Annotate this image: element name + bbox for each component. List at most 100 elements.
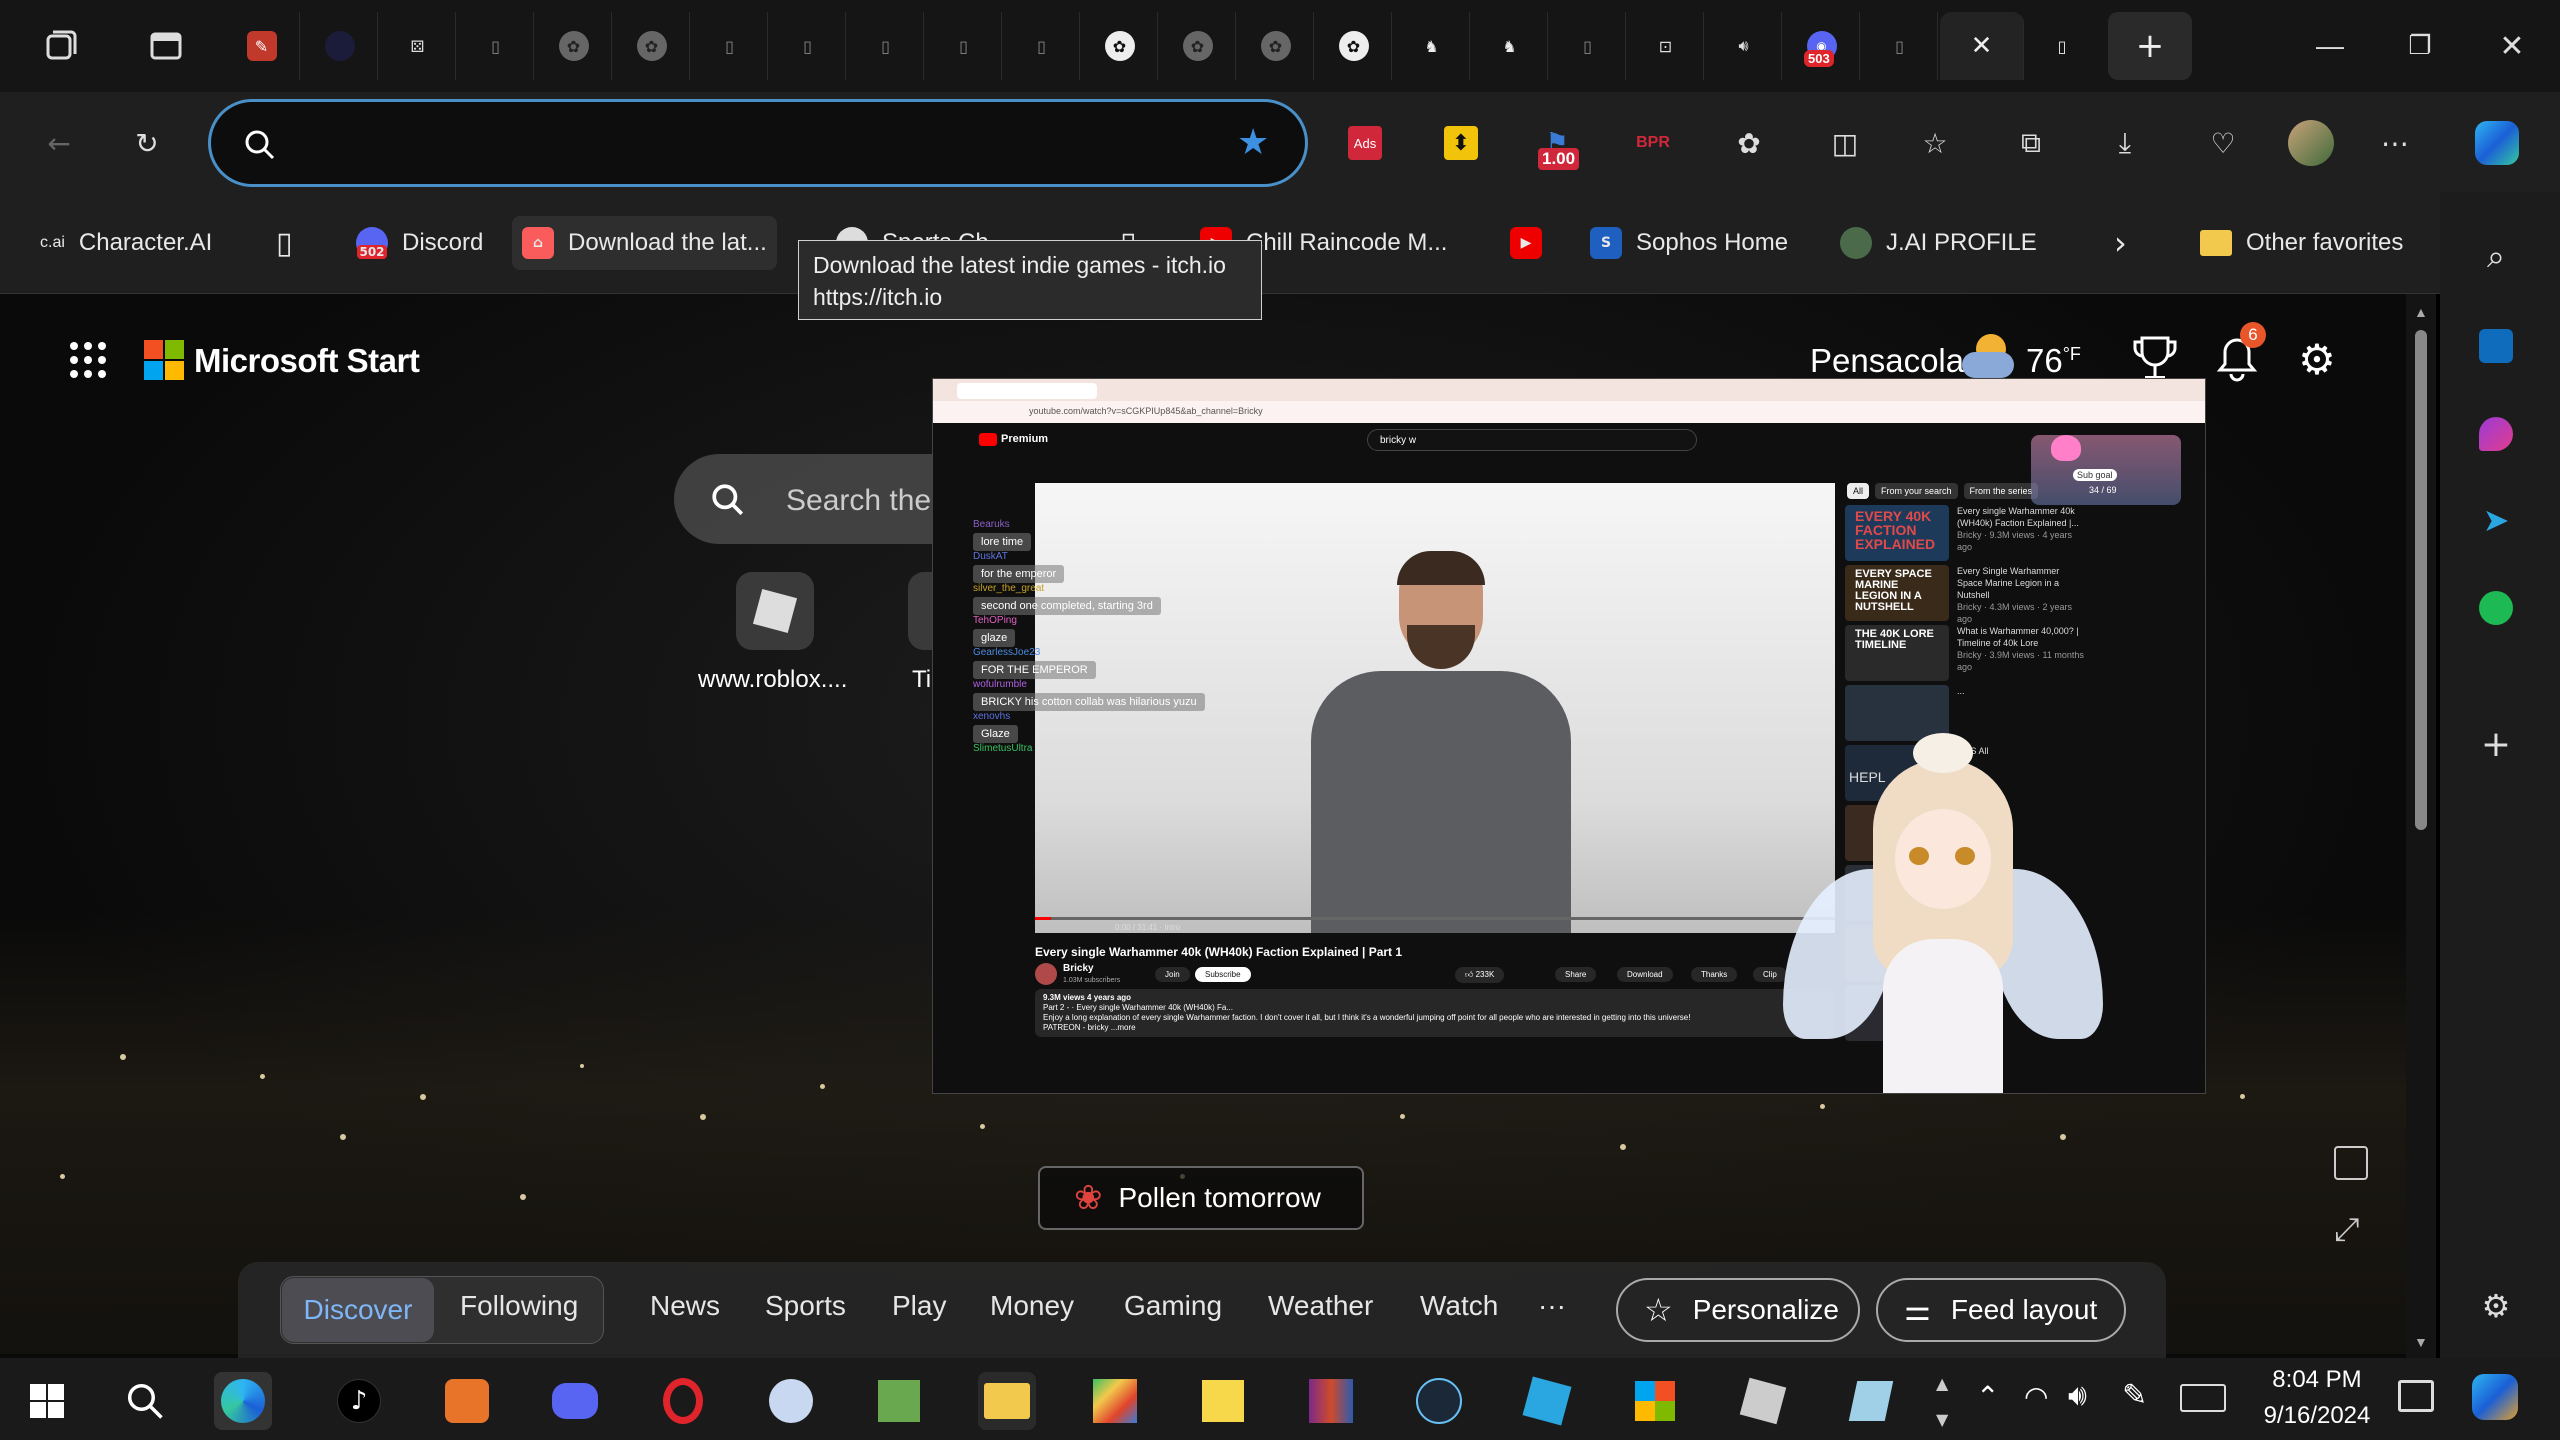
nav-weather[interactable]: Weather [1268,1290,1373,1322]
taskbar-file-explorer[interactable] [978,1372,1036,1430]
taskbar-opera[interactable] [654,1372,712,1430]
tab-following[interactable]: Following [460,1290,578,1322]
clock-time[interactable]: 8:04 PM [2262,1366,2372,1394]
wifi-icon[interactable]: ◠ [2024,1380,2048,1413]
tab-dice[interactable]: ⚄ [380,12,456,80]
tab-controller[interactable]: ⊡ [1628,12,1704,80]
pen-icon[interactable]: ✎ [2122,1378,2147,1413]
close-window-button[interactable]: ✕ [2482,22,2542,70]
new-tab-button[interactable]: + [2108,12,2192,80]
taskbar-steam[interactable] [1410,1372,1468,1430]
other-favorites[interactable]: Other favorites [2190,216,2413,270]
taskbar-sticky-notes[interactable] [1194,1372,1252,1430]
tab-page[interactable]: ▯ [458,12,534,80]
tab-page[interactable]: ▯ [1862,12,1938,80]
tab-page[interactable]: ▯ [926,12,1002,80]
chip[interactable]: From the series [1963,483,2039,499]
scrollbar-thumb[interactable] [2415,330,2427,830]
tab-speaker[interactable]: 🔊︎ [1706,12,1782,80]
minimize-button[interactable]: — [2300,22,2360,70]
taskbar-store[interactable] [1626,1372,1684,1430]
profile-avatar[interactable] [2286,118,2336,168]
taskbar-discord[interactable] [546,1372,604,1430]
tab-page[interactable]: ▯ [1550,12,1626,80]
related-video[interactable]: EVERY SPACE MARINE LEGION IN A NUTSHELL E… [1845,565,2085,624]
tab-openai[interactable]: ✿ [1238,12,1314,80]
ext-flag-button[interactable]: ⚑ 1.00 [1532,118,1582,170]
copilot-button[interactable] [2472,118,2522,168]
pollen-button[interactable]: ❀ Pollen tomorrow [1038,1166,1364,1230]
clip-button[interactable]: Clip [1753,967,1787,982]
tab-page[interactable]: ▯ [848,12,924,80]
join-button[interactable]: Join [1155,967,1190,982]
chip[interactable]: All [1847,483,1870,499]
favorites-button[interactable]: ☆ [1910,118,1960,168]
close-tab-icon[interactable]: ✕ [1967,31,1997,61]
favorite-page[interactable]: ▯ [266,216,303,270]
taskbar-winrar[interactable] [1302,1372,1360,1430]
expand-icon[interactable]: ⤢ [2334,1210,2360,1249]
notifications-center-icon[interactable] [2398,1380,2434,1412]
sidebar-telegram-button[interactable]: ➤ [2466,490,2526,550]
download-button[interactable]: Download [1617,967,1673,982]
quick-link-tile[interactable]: www.roblox.... [690,572,860,712]
weather-temp[interactable]: 76°F [2026,342,2081,380]
ext-bpr-button[interactable]: BPR [1628,118,1678,168]
pip-video-window[interactable]: youtube.com/watch?v=sCGKPIUp845&ab_chann… [932,378,2206,1094]
tab-openai[interactable]: ✿ [614,12,690,80]
feed-layout-button[interactable]: ⚌ Feed layout [1876,1278,2126,1342]
tab-edit[interactable]: ✎ [224,12,300,80]
favorite-jai-profile[interactable]: J.AI PROFILE [1830,216,2047,270]
address-bar[interactable]: ★ [208,99,1308,187]
favorite-youtube[interactable]: ▶ [1500,216,1552,270]
clock-date[interactable]: 9/16/2024 [2252,1402,2382,1430]
tab-discord[interactable]: ◉ 503 [1784,12,1860,80]
tab-openai[interactable]: ✿ [536,12,612,80]
tab-openai[interactable]: ✿ [1160,12,1236,80]
ext-yellow-button[interactable]: ⬍ [1436,118,1486,168]
tab-page[interactable]: ▯ [1004,12,1080,80]
favorite-discord[interactable]: 502 Discord [346,216,493,270]
related-video[interactable]: EVERY 40K FACTION EXPLAINED Every single … [1845,505,2085,561]
taskbar-app-orange[interactable] [438,1372,496,1430]
nav-sports[interactable]: Sports [765,1290,846,1322]
taskbar-app[interactable] [1842,1372,1900,1430]
taskbar-scroll-arrows[interactable]: ▲ ▼ [1936,1366,1948,1438]
tab-actions-button[interactable] [146,26,186,66]
channel-name[interactable]: Bricky [1063,963,1094,974]
video-description[interactable]: 9.3M views 4 years ago Part 2 - · Every … [1035,989,1835,1037]
nav-money[interactable]: Money [990,1290,1074,1322]
keyboard-icon[interactable] [2180,1384,2226,1412]
taskbar-edge[interactable] [214,1372,272,1430]
favorite-character-ai[interactable]: c.ai Character.AI [30,216,222,270]
copilot-taskbar-icon[interactable] [2472,1374,2518,1420]
split-screen-button[interactable]: ◫ [1820,118,1870,168]
taskbar-app[interactable] [762,1372,820,1430]
nav-more[interactable]: ··· [1538,1290,1566,1322]
video-progress-bar[interactable] [1035,917,1835,920]
tab-discover[interactable]: Discover [282,1278,434,1342]
favorite-sophos-home[interactable]: S Sophos Home [1580,216,1798,270]
tab-page[interactable]: ▯ [770,12,846,80]
extensions-button[interactable]: ✿ [1724,118,1774,168]
thanks-button[interactable]: Thanks [1691,967,1738,982]
sidebar-designer-button[interactable] [2466,404,2526,464]
like-button[interactable]: 👍︎ 233K [1455,967,1505,983]
tab-game[interactable]: ♞ [1472,12,1548,80]
browser-essentials-button[interactable]: ♡ [2198,118,2248,168]
brand-title[interactable]: Microsoft Start [194,342,420,380]
sidebar-settings-button[interactable]: ⚙ [2466,1276,2526,1336]
personalize-button[interactable]: ☆ Personalize [1616,1278,1860,1342]
channel-avatar[interactable] [1035,963,1057,985]
yt-search-input[interactable]: bricky w [1367,429,1697,451]
favorite-star-icon[interactable]: ★ [1237,122,1269,163]
rewards-button[interactable] [2132,334,2178,384]
sidebar-outlook-button[interactable] [2466,316,2526,376]
related-video[interactable]: THE 40K LORE TIMELINE What is Warhammer 4… [1845,625,2085,681]
image-info-button[interactable] [2334,1146,2368,1180]
apps-launcher-button[interactable] [68,340,108,380]
tray-overflow-chevron[interactable]: ⌃ [1976,1380,1999,1413]
page-scrollbar[interactable]: ▲ ▼ [2406,294,2436,1358]
tab-active[interactable]: ✕ [1940,12,2024,80]
taskbar-app[interactable] [1086,1372,1144,1430]
